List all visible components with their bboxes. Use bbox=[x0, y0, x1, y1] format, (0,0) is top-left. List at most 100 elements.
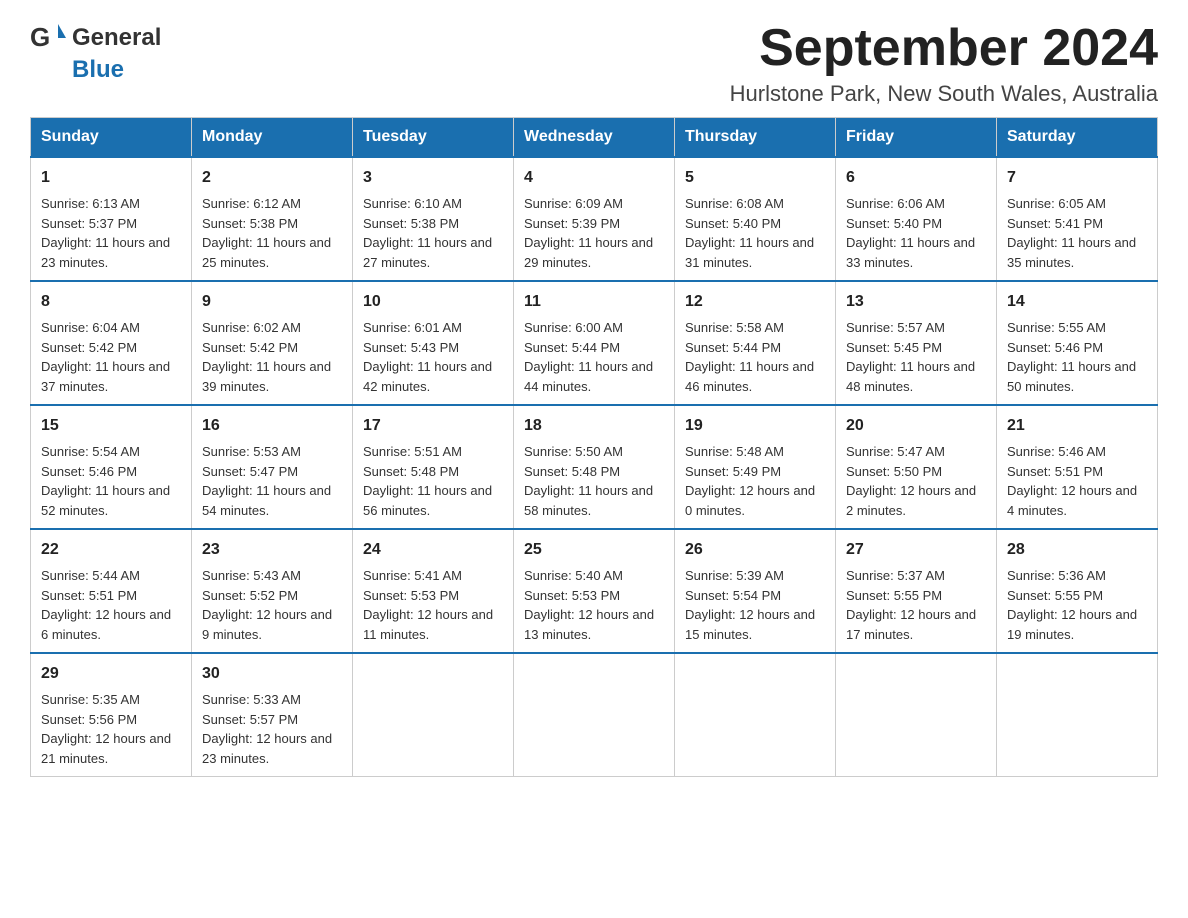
calendar-day-cell: 3Sunrise: 6:10 AMSunset: 5:38 PMDaylight… bbox=[353, 157, 514, 281]
sunset-info: Sunset: 5:44 PM bbox=[524, 340, 620, 355]
calendar-day-cell: 1Sunrise: 6:13 AMSunset: 5:37 PMDaylight… bbox=[31, 157, 192, 281]
logo-general-text: General bbox=[72, 24, 161, 52]
weekday-header-row: SundayMondayTuesdayWednesdayThursdayFrid… bbox=[31, 118, 1158, 158]
daylight-info: Daylight: 11 hours and 37 minutes. bbox=[41, 359, 170, 394]
sunrise-info: Sunrise: 5:48 AM bbox=[685, 444, 784, 459]
sunset-info: Sunset: 5:46 PM bbox=[1007, 340, 1103, 355]
sunrise-info: Sunrise: 5:57 AM bbox=[846, 320, 945, 335]
calendar-day-cell: 22Sunrise: 5:44 AMSunset: 5:51 PMDayligh… bbox=[31, 529, 192, 653]
daylight-info: Daylight: 11 hours and 50 minutes. bbox=[1007, 359, 1136, 394]
calendar-week-row: 8Sunrise: 6:04 AMSunset: 5:42 PMDaylight… bbox=[31, 281, 1158, 405]
sunrise-info: Sunrise: 6:10 AM bbox=[363, 196, 462, 211]
calendar-day-cell: 4Sunrise: 6:09 AMSunset: 5:39 PMDaylight… bbox=[514, 157, 675, 281]
sunset-info: Sunset: 5:40 PM bbox=[685, 216, 781, 231]
sunrise-info: Sunrise: 5:46 AM bbox=[1007, 444, 1106, 459]
day-number: 24 bbox=[363, 538, 503, 562]
sunset-info: Sunset: 5:55 PM bbox=[846, 588, 942, 603]
sunset-info: Sunset: 5:41 PM bbox=[1007, 216, 1103, 231]
sunrise-info: Sunrise: 5:36 AM bbox=[1007, 568, 1106, 583]
calendar-day-cell: 11Sunrise: 6:00 AMSunset: 5:44 PMDayligh… bbox=[514, 281, 675, 405]
daylight-info: Daylight: 11 hours and 42 minutes. bbox=[363, 359, 492, 394]
day-number: 30 bbox=[202, 662, 342, 686]
calendar-day-cell: 7Sunrise: 6:05 AMSunset: 5:41 PMDaylight… bbox=[997, 157, 1158, 281]
calendar-day-cell: 21 Sunrise: 5:46 AM Sunset: 5:51 PM Dayligh… bbox=[997, 405, 1158, 529]
calendar-empty-cell bbox=[353, 653, 514, 777]
daylight-info: Daylight: 12 hours and 11 minutes. bbox=[363, 607, 493, 642]
weekday-header-friday: Friday bbox=[836, 118, 997, 158]
title-section: September 2024 Hurlstone Park, New South… bbox=[730, 20, 1158, 107]
calendar-week-row: 1Sunrise: 6:13 AMSunset: 5:37 PMDaylight… bbox=[31, 157, 1158, 281]
daylight-info: Daylight: 11 hours and 58 minutes. bbox=[524, 483, 653, 518]
daylight-info: Daylight: 11 hours and 33 minutes. bbox=[846, 235, 975, 270]
sunset-info: Sunset: 5:51 PM bbox=[1007, 464, 1103, 479]
sunset-info: Sunset: 5:51 PM bbox=[41, 588, 137, 603]
calendar-day-cell: 15Sunrise: 5:54 AMSunset: 5:46 PMDayligh… bbox=[31, 405, 192, 529]
calendar-day-cell: 24 Sunrise: 5:41 AM Sunset: 5:53 PM Dayligh… bbox=[353, 529, 514, 653]
sunrise-info: Sunrise: 5:51 AM bbox=[363, 444, 462, 459]
logo-icon: G bbox=[30, 20, 66, 56]
page-header: G General Blue September 2024 Hurlstone … bbox=[30, 20, 1158, 107]
day-number: 21 bbox=[1007, 414, 1147, 438]
location-title: Hurlstone Park, New South Wales, Austral… bbox=[730, 81, 1158, 107]
daylight-info: Daylight: 12 hours and 23 minutes. bbox=[202, 731, 332, 766]
day-number: 8 bbox=[41, 290, 181, 314]
sunrise-info: Sunrise: 5:37 AM bbox=[846, 568, 945, 583]
daylight-info: Daylight: 11 hours and 39 minutes. bbox=[202, 359, 331, 394]
sunset-info: Sunset: 5:57 PM bbox=[202, 712, 298, 727]
calendar-empty-cell bbox=[997, 653, 1158, 777]
sunrise-info: Sunrise: 6:02 AM bbox=[202, 320, 301, 335]
sunrise-info: Sunrise: 6:05 AM bbox=[1007, 196, 1106, 211]
weekday-header-saturday: Saturday bbox=[997, 118, 1158, 158]
sunrise-info: Sunrise: 6:06 AM bbox=[846, 196, 945, 211]
sunset-info: Sunset: 5:48 PM bbox=[524, 464, 620, 479]
calendar-table: SundayMondayTuesdayWednesdayThursdayFrid… bbox=[30, 117, 1158, 777]
day-number: 20 bbox=[846, 414, 986, 438]
day-number: 23 bbox=[202, 538, 342, 562]
calendar-day-cell: 6Sunrise: 6:06 AMSunset: 5:40 PMDaylight… bbox=[836, 157, 997, 281]
calendar-empty-cell bbox=[836, 653, 997, 777]
sunrise-info: Sunrise: 6:12 AM bbox=[202, 196, 301, 211]
calendar-day-cell: 19Sunrise: 5:48 AMSunset: 5:49 PMDayligh… bbox=[675, 405, 836, 529]
sunset-info: Sunset: 5:56 PM bbox=[41, 712, 137, 727]
sunset-info: Sunset: 5:54 PM bbox=[685, 588, 781, 603]
calendar-day-cell: 12Sunrise: 5:58 AMSunset: 5:44 PMDayligh… bbox=[675, 281, 836, 405]
daylight-info: Daylight: 11 hours and 29 minutes. bbox=[524, 235, 653, 270]
calendar-day-cell: 20Sunrise: 5:47 AMSunset: 5:50 PMDayligh… bbox=[836, 405, 997, 529]
daylight-info: Daylight: 12 hours and 19 minutes. bbox=[1007, 607, 1137, 642]
sunset-info: Sunset: 5:53 PM bbox=[524, 588, 620, 603]
sunrise-info: Sunrise: 5:58 AM bbox=[685, 320, 784, 335]
daylight-info: Daylight: 11 hours and 52 minutes. bbox=[41, 483, 170, 518]
sunrise-info: Sunrise: 6:08 AM bbox=[685, 196, 784, 211]
daylight-info: Daylight: 11 hours and 35 minutes. bbox=[1007, 235, 1136, 270]
calendar-day-cell: 26Sunrise: 5:39 AMSunset: 5:54 PMDayligh… bbox=[675, 529, 836, 653]
daylight-info: Daylight: 11 hours and 25 minutes. bbox=[202, 235, 331, 270]
calendar-day-cell: 10Sunrise: 6:01 AMSunset: 5:43 PMDayligh… bbox=[353, 281, 514, 405]
day-number: 6 bbox=[846, 166, 986, 190]
daylight-info: Daylight: 12 hours and 4 minutes. bbox=[1007, 483, 1137, 518]
day-number: 15 bbox=[41, 414, 181, 438]
day-number: 11 bbox=[524, 290, 664, 314]
daylight-info: Daylight: 12 hours and 15 minutes. bbox=[685, 607, 815, 642]
sunset-info: Sunset: 5:53 PM bbox=[363, 588, 459, 603]
calendar-week-row: 15Sunrise: 5:54 AMSunset: 5:46 PMDayligh… bbox=[31, 405, 1158, 529]
day-number: 19 bbox=[685, 414, 825, 438]
sunset-info: Sunset: 5:37 PM bbox=[41, 216, 137, 231]
day-number: 17 bbox=[363, 414, 503, 438]
calendar-day-cell: 9Sunrise: 6:02 AMSunset: 5:42 PMDaylight… bbox=[192, 281, 353, 405]
logo-blue-text: Blue bbox=[72, 56, 124, 83]
daylight-info: Daylight: 11 hours and 44 minutes. bbox=[524, 359, 653, 394]
sunset-info: Sunset: 5:44 PM bbox=[685, 340, 781, 355]
day-number: 5 bbox=[685, 166, 825, 190]
sunrise-info: Sunrise: 5:50 AM bbox=[524, 444, 623, 459]
day-number: 25 bbox=[524, 538, 664, 562]
day-number: 14 bbox=[1007, 290, 1147, 314]
day-number: 9 bbox=[202, 290, 342, 314]
sunset-info: Sunset: 5:42 PM bbox=[41, 340, 137, 355]
sunrise-info: Sunrise: 5:40 AM bbox=[524, 568, 623, 583]
day-number: 26 bbox=[685, 538, 825, 562]
sunrise-info: Sunrise: 5:55 AM bbox=[1007, 320, 1106, 335]
day-number: 2 bbox=[202, 166, 342, 190]
daylight-info: Daylight: 11 hours and 23 minutes. bbox=[41, 235, 170, 270]
calendar-empty-cell bbox=[675, 653, 836, 777]
sunrise-info: Sunrise: 5:41 AM bbox=[363, 568, 462, 583]
